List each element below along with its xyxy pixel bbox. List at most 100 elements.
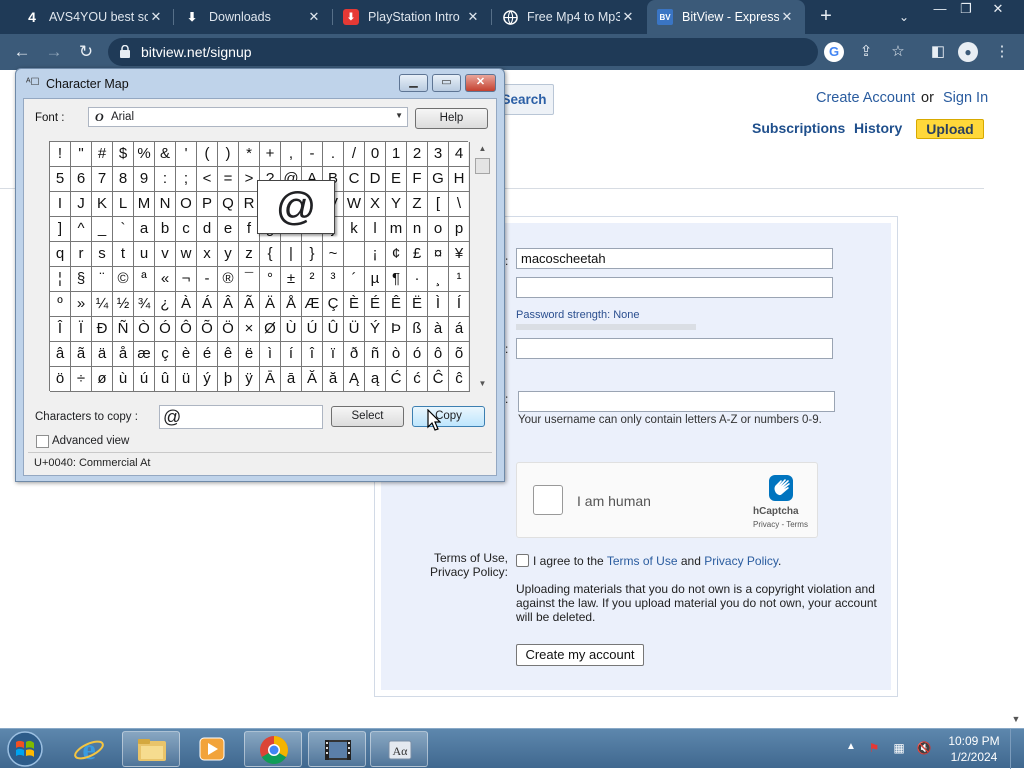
char-cell[interactable]: % [134, 142, 155, 167]
scroll-up-arrow-icon[interactable]: ▲ [474, 141, 491, 156]
char-cell[interactable]: # [92, 142, 113, 167]
char-cell[interactable]: · [407, 267, 428, 292]
char-cell[interactable]: Î [50, 317, 71, 342]
char-cell[interactable]: 9 [134, 167, 155, 192]
char-cell[interactable]: I [50, 192, 71, 217]
char-cell[interactable]: [ [428, 192, 449, 217]
char-cell[interactable]: ¯ [239, 267, 260, 292]
char-cell[interactable]: Ô [176, 317, 197, 342]
char-cell[interactable]: ì [260, 342, 281, 367]
scroll-down-arrow-icon[interactable]: ▼ [1008, 710, 1024, 728]
char-cell[interactable]: û [155, 367, 176, 392]
char-cell[interactable]: È [344, 292, 365, 317]
reload-icon[interactable]: ↻ [73, 40, 99, 64]
char-cell[interactable]: O [176, 192, 197, 217]
action-center-flag-icon[interactable]: ⚑ [866, 740, 882, 756]
help-button[interactable]: Help [415, 108, 488, 129]
hcaptcha-privacy-terms-links[interactable]: Privacy - Terms [753, 520, 808, 529]
char-cell[interactable]: Å [281, 292, 302, 317]
char-cell[interactable]: à [428, 317, 449, 342]
char-cell[interactable]: + [260, 142, 281, 167]
char-cell[interactable]: a [134, 217, 155, 242]
tab-downloads[interactable]: ⬇ Downloads ✕ [174, 0, 332, 34]
char-cell[interactable]: Ê [386, 292, 407, 317]
char-cell[interactable]: - [197, 267, 218, 292]
char-cell[interactable]: ä [92, 342, 113, 367]
char-cell[interactable]: µ [365, 267, 386, 292]
char-cell[interactable]: ´ [344, 267, 365, 292]
char-cell[interactable]: v [155, 242, 176, 267]
scrollbar-thumb[interactable] [475, 158, 490, 174]
char-cell[interactable]: p [449, 217, 470, 242]
internet-explorer-icon[interactable]: e [60, 731, 118, 767]
char-cell[interactable]: Ù [281, 317, 302, 342]
back-arrow-icon[interactable]: ← [9, 40, 35, 64]
character-map-titlebar[interactable]: ᴬ☐ Character Map ▁ ▭ ✕ [16, 69, 504, 97]
char-cell[interactable]: - [302, 142, 323, 167]
minimize-icon[interactable]: ▁ [399, 74, 428, 92]
bookmark-star-icon[interactable]: ☆ [888, 42, 908, 62]
char-cell[interactable]: 7 [92, 167, 113, 192]
char-cell[interactable]: ú [134, 367, 155, 392]
start-button-icon[interactable] [5, 730, 45, 768]
char-cell[interactable]: ³ [323, 267, 344, 292]
profile-avatar-icon[interactable]: ● [958, 42, 978, 62]
character-grid-scrollbar[interactable]: ▲ ▼ [474, 141, 491, 391]
char-cell[interactable]: ` [113, 217, 134, 242]
char-cell[interactable]: x [197, 242, 218, 267]
char-cell[interactable]: y [218, 242, 239, 267]
minimize-icon[interactable]: — [926, 0, 954, 20]
privacy-policy-link[interactable]: Privacy Policy [704, 554, 778, 568]
char-cell[interactable]: s [92, 242, 113, 267]
clock-date[interactable]: 1/2/2024 [948, 750, 1000, 764]
char-cell[interactable]: À [176, 292, 197, 317]
history-link[interactable]: History [854, 120, 902, 136]
char-cell[interactable]: D [365, 167, 386, 192]
char-cell[interactable]: ; [176, 167, 197, 192]
restore-icon[interactable]: ❐ [952, 0, 980, 20]
char-cell[interactable]: Ý [365, 317, 386, 342]
clock-time[interactable]: 10:09 PM [948, 734, 1000, 748]
char-cell[interactable]: ¿ [155, 292, 176, 317]
char-cell[interactable]: ā [281, 367, 302, 392]
char-cell[interactable]: Ö [218, 317, 239, 342]
close-icon[interactable]: ✕ [779, 9, 795, 25]
char-cell[interactable]: K [92, 192, 113, 217]
char-cell[interactable]: Ä [260, 292, 281, 317]
window-close-icon[interactable]: ✕ [465, 74, 496, 92]
char-cell[interactable]: q [50, 242, 71, 267]
char-cell[interactable]: × [239, 317, 260, 342]
char-cell[interactable]: ø [92, 367, 113, 392]
char-cell[interactable]: ą [365, 367, 386, 392]
char-cell[interactable]: ó [407, 342, 428, 367]
char-cell[interactable]: ¥ [449, 242, 470, 267]
char-cell[interactable]: è [176, 342, 197, 367]
char-cell[interactable]: ã [71, 342, 92, 367]
char-cell[interactable]: ± [281, 267, 302, 292]
char-cell[interactable]: ô [428, 342, 449, 367]
tab-free-mp4-to-mp3[interactable]: Free Mp4 to Mp3 ✕ [492, 0, 646, 34]
char-cell[interactable]: E [386, 167, 407, 192]
char-cell[interactable]: ¶ [386, 267, 407, 292]
char-cell[interactable]: J [71, 192, 92, 217]
char-cell[interactable]: § [71, 267, 92, 292]
char-cell[interactable]: ¹ [449, 267, 470, 292]
char-cell[interactable]: ÷ [71, 367, 92, 392]
char-cell[interactable]: ë [239, 342, 260, 367]
char-cell[interactable]: é [197, 342, 218, 367]
char-cell[interactable]: ê [218, 342, 239, 367]
address-bar[interactable]: bitview.net/signup G [108, 38, 844, 66]
char-cell[interactable]: Ë [407, 292, 428, 317]
char-cell[interactable]: ® [218, 267, 239, 292]
scroll-down-arrow-icon[interactable]: ▼ [474, 376, 491, 391]
char-cell[interactable]: $ [113, 142, 134, 167]
advanced-view-checkbox[interactable] [36, 435, 49, 448]
char-cell[interactable]: ² [302, 267, 323, 292]
char-cell[interactable]: Á [197, 292, 218, 317]
show-desktop-button[interactable] [1010, 729, 1024, 769]
volume-muted-icon[interactable]: 🔇 [916, 740, 932, 756]
char-cell[interactable]: Ò [134, 317, 155, 342]
char-cell[interactable]: , [281, 142, 302, 167]
char-cell[interactable]: ý [197, 367, 218, 392]
side-panel-icon[interactable]: ◧ [928, 42, 948, 62]
